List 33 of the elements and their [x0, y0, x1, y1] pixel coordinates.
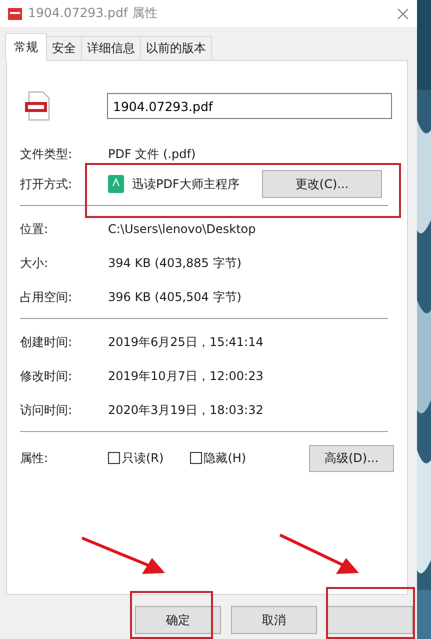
field-value: PDF 文件 (.pdf) [108, 146, 196, 162]
field-value: C:\Users\lenovo\Desktop [108, 222, 256, 236]
close-icon[interactable] [397, 8, 409, 20]
field-label: 打开方式: [20, 176, 74, 192]
app-icon [108, 175, 124, 193]
field-label: 文件类型: [20, 146, 74, 162]
field-label: 创建时间: [20, 334, 74, 350]
file-name-field[interactable]: 1904.07293.pdf [107, 93, 392, 119]
checkbox[interactable] [190, 452, 202, 464]
field-label: 位置: [20, 220, 50, 238]
field-label: 属性: [20, 450, 50, 466]
pdf-icon [8, 8, 22, 20]
field-label: 大小: [20, 254, 50, 272]
advanced-button[interactable]: 高级(D)... [309, 444, 394, 472]
app-name: 迅读PDF大师主程序 [132, 176, 240, 192]
tab[interactable]: 常规 [5, 33, 47, 61]
checkbox[interactable] [108, 452, 120, 464]
change-button[interactable]: 更改(C)... [262, 170, 382, 198]
tab[interactable]: 以前的版本 [140, 36, 212, 60]
checkbox-label: 只读(R) [122, 450, 164, 466]
field-label: 占用空间: [20, 288, 74, 306]
checkbox-label: 隐藏(H) [204, 450, 246, 466]
dialog-button[interactable]: 确定 [135, 606, 221, 634]
field-label: 修改时间: [20, 368, 74, 384]
field-value: 394 KB (403,885 字节) [108, 254, 242, 272]
field-value: 396 KB (405,504 字节) [108, 288, 242, 306]
window-title: 1904.07293.pdf 属性 [28, 5, 159, 22]
field-value: 2019年10月7日，12:00:23 [108, 368, 264, 384]
dialog-button[interactable]: 取消 [231, 606, 317, 634]
field-value: 2019年6月25日，15:41:14 [108, 334, 264, 350]
field-value: 2020年3月19日，18:03:32 [108, 402, 264, 418]
pdf-file-icon [25, 91, 51, 121]
field-label: 访问时间: [20, 402, 74, 418]
